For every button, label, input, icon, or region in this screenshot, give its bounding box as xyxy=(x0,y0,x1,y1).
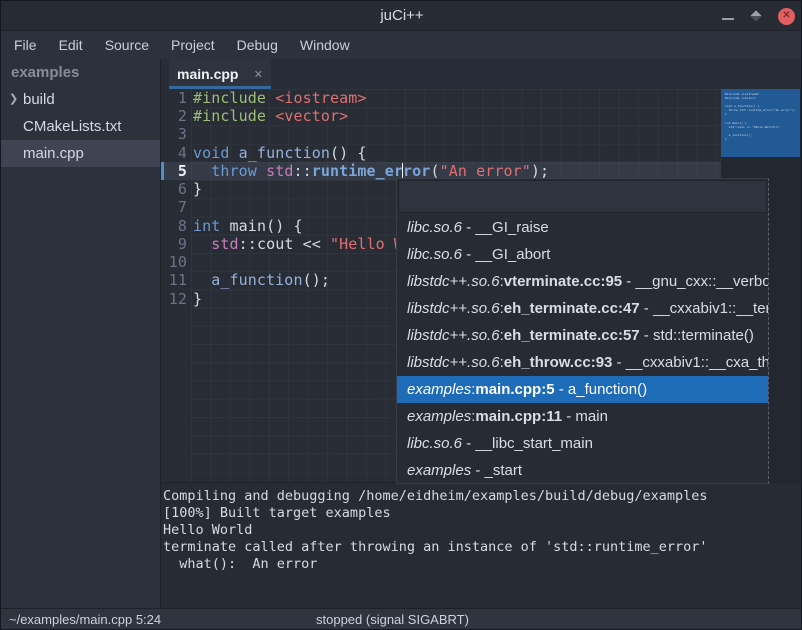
line-text: } xyxy=(193,290,202,308)
line-number: 3 xyxy=(161,125,187,143)
tab-label: main.cpp xyxy=(177,66,254,82)
status-debug-state: stopped (signal SIGABRT) xyxy=(316,609,469,630)
line-number: 10 xyxy=(161,253,187,271)
stack-frame-row[interactable]: examples:main.cpp:11 - main xyxy=(397,403,768,430)
titlebar: juCi++ ✕ xyxy=(1,1,802,31)
line-number: 4 xyxy=(161,144,187,162)
line-text: } xyxy=(193,180,202,198)
line-text: #include <iostream> xyxy=(193,89,367,107)
line-number: 12 xyxy=(161,290,187,308)
code-line-4: 4 void a_function() { xyxy=(161,144,721,162)
stack-trace-popup: libc.so.6 - __GI_raiselibc.so.6 - __GI_a… xyxy=(396,178,769,484)
line-number: 9 xyxy=(161,235,187,253)
popup-filter-input[interactable] xyxy=(398,180,767,213)
stack-frame-row[interactable]: libstdc++.so.6:eh_throw.cc:93 - __cxxabi… xyxy=(397,349,768,376)
tree-item-build[interactable]: ❯ build xyxy=(1,86,160,113)
code-line-2: 2 #include <vector> xyxy=(161,107,721,125)
status-bar: ~/examples/main.cpp 5:24 stopped (signal… xyxy=(1,608,802,630)
stack-frame-row[interactable]: libstdc++.so.6:vterminate.cc:95 - __gnu_… xyxy=(397,268,768,295)
menu-debug[interactable]: Debug xyxy=(226,31,289,59)
line-text: int main() { xyxy=(193,217,303,235)
stack-frame-row[interactable]: examples - _start xyxy=(397,457,768,484)
line-text: a_function(); xyxy=(193,271,330,289)
stack-frame-row[interactable]: libstdc++.so.6:eh_terminate.cc:47 - __cx… xyxy=(397,295,768,322)
stack-frame-row[interactable]: libc.so.6 - __libc_start_main xyxy=(397,430,768,457)
chevron-right-icon[interactable]: ❯ xyxy=(9,86,18,113)
line-number: 6 xyxy=(161,180,187,198)
tree-item-label: main.cpp xyxy=(23,145,84,162)
tree-item-cmakelists-txt[interactable]: CMakeLists.txt xyxy=(1,113,160,140)
tab-main-cpp[interactable]: main.cpp ✕ xyxy=(169,59,271,89)
line-number: 11 xyxy=(161,271,187,289)
window-controls: ✕ xyxy=(722,1,795,31)
minimize-icon[interactable] xyxy=(722,18,734,20)
menu-file[interactable]: File xyxy=(3,31,48,59)
tab-bar: main.cpp ✕ xyxy=(161,59,802,89)
file-tree-sidebar: examples ❯ build CMakeLists.txt main.cpp xyxy=(1,59,161,608)
line-number: 8 xyxy=(161,217,187,235)
code-line-1: 1 #include <iostream> xyxy=(161,89,721,107)
line-text: void a_function() { xyxy=(193,144,367,162)
tree-item-label: CMakeLists.txt xyxy=(23,118,121,135)
app-window: juCi++ ✕ FileEditSourceProjectDebugWindo… xyxy=(0,0,802,630)
menu-window[interactable]: Window xyxy=(289,31,361,59)
status-file-position: ~/examples/main.cpp 5:24 xyxy=(9,609,161,630)
stack-frame-row[interactable]: examples:main.cpp:5 - a_function() xyxy=(397,376,768,403)
tree-item-main-cpp[interactable]: main.cpp xyxy=(1,140,160,167)
stack-frame-row[interactable]: libstdc++.so.6:eh_terminate.cc:57 - std:… xyxy=(397,322,768,349)
source-overview-map[interactable]: #include <iostream> #include <vector> vo… xyxy=(721,89,800,157)
menu-source[interactable]: Source xyxy=(94,31,160,59)
current-line-mark xyxy=(161,162,164,180)
stack-frame-row[interactable]: libc.so.6 - __GI_abort xyxy=(397,241,768,268)
line-number: 7 xyxy=(161,198,187,216)
menu-edit[interactable]: Edit xyxy=(48,31,94,59)
tab-close-icon[interactable]: ✕ xyxy=(254,68,263,81)
line-text: #include <vector> xyxy=(193,107,348,125)
maximize-icon[interactable] xyxy=(750,10,761,21)
line-number: 2 xyxy=(161,107,187,125)
stack-frame-list: libc.so.6 - __GI_raiselibc.so.6 - __GI_a… xyxy=(397,214,768,484)
menubar: FileEditSourceProjectDebugWindow xyxy=(1,31,802,59)
output-terminal[interactable]: Compiling and debugging /home/eidheim/ex… xyxy=(161,484,802,608)
menu-project[interactable]: Project xyxy=(160,31,226,59)
file-tree: ❯ build CMakeLists.txt main.cpp xyxy=(1,86,160,167)
line-number: 5 xyxy=(161,162,187,180)
window-title: juCi++ xyxy=(1,1,802,31)
stack-frame-row[interactable]: libc.so.6 - __GI_raise xyxy=(397,214,768,241)
tree-item-label: build xyxy=(23,91,55,108)
project-name-header: examples xyxy=(1,59,160,86)
line-number: 1 xyxy=(161,89,187,107)
code-line-3: 3 xyxy=(161,125,721,143)
close-icon[interactable]: ✕ xyxy=(778,8,795,25)
